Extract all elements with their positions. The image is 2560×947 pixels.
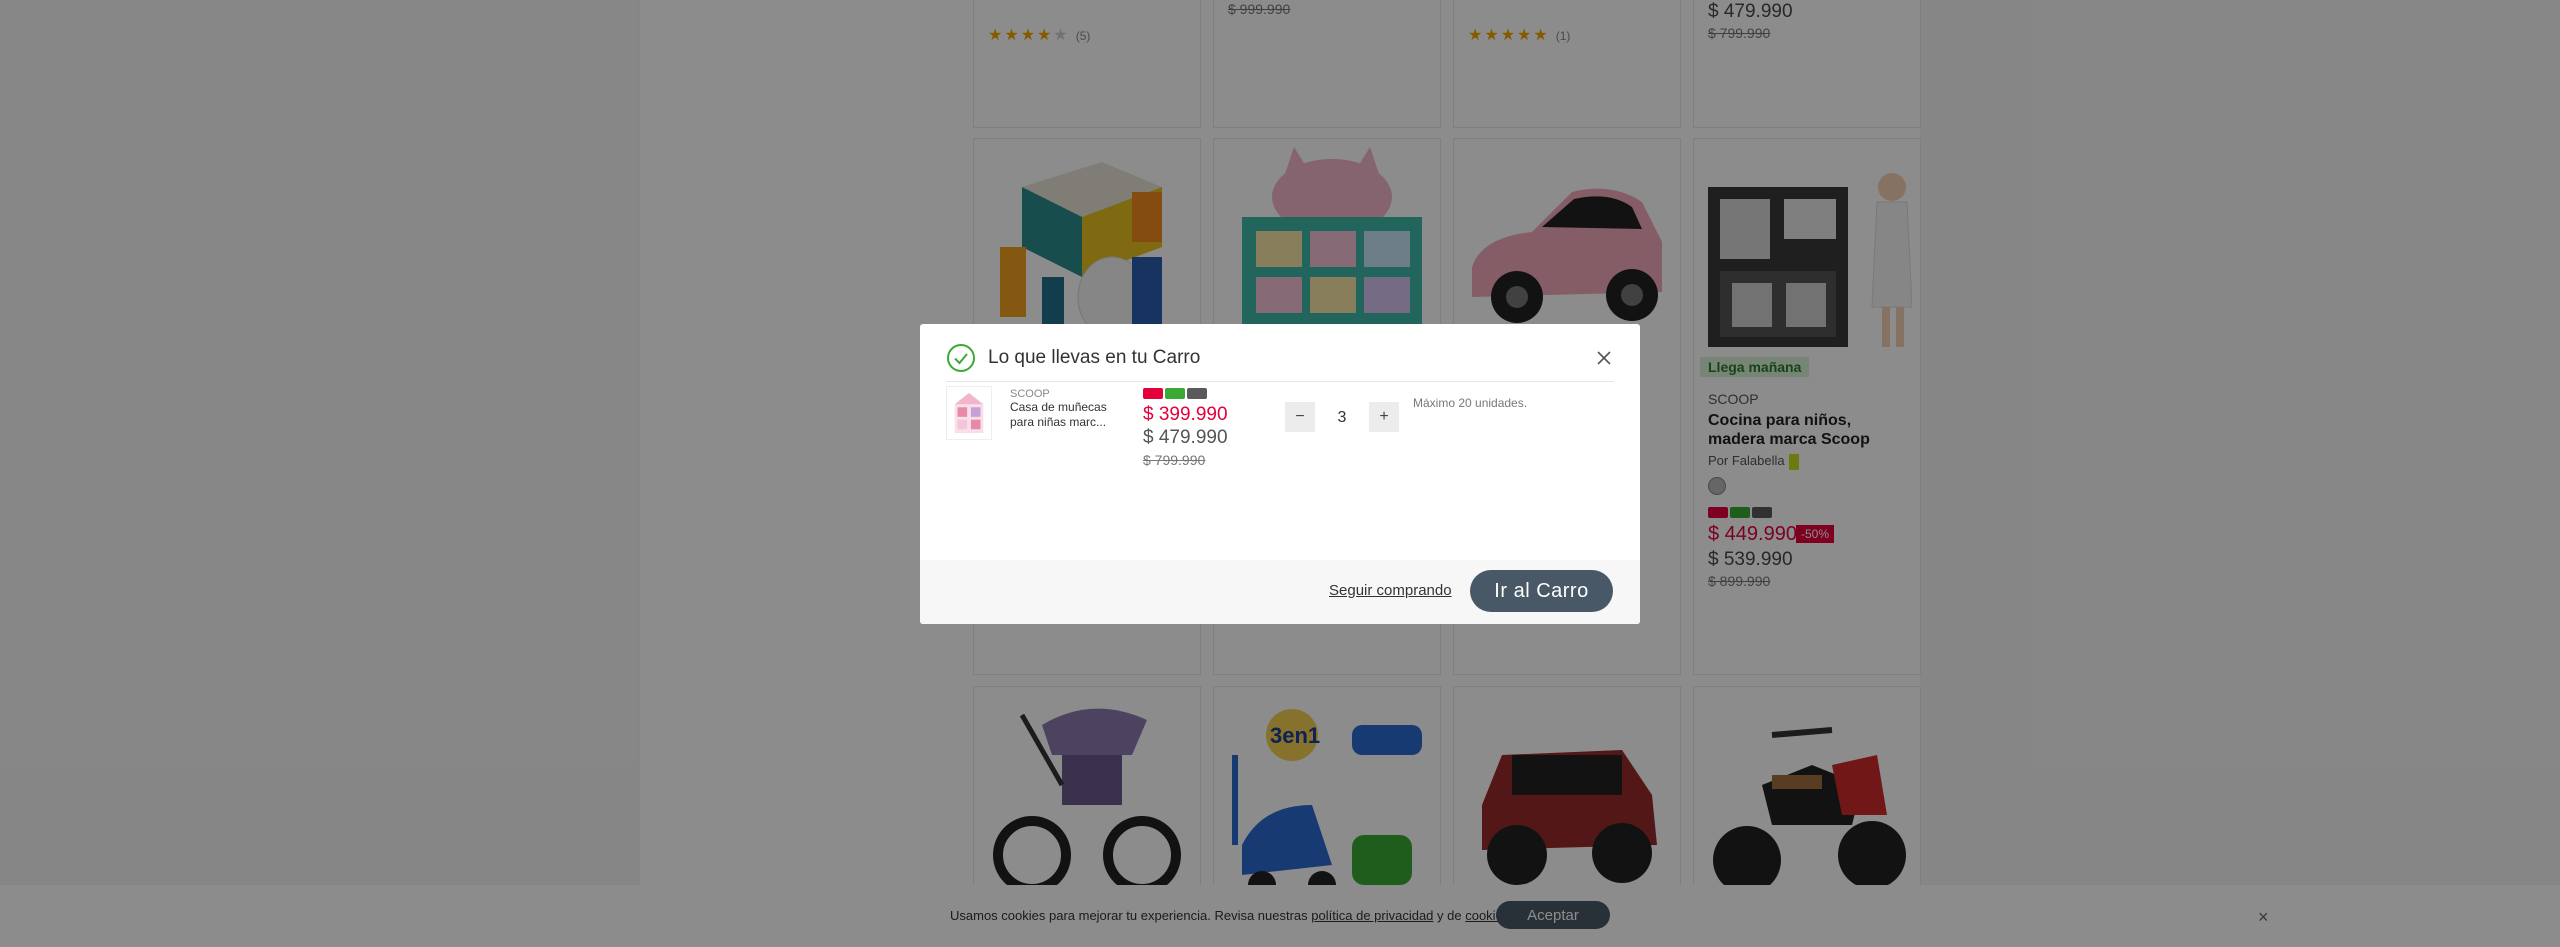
go-to-cart-button[interactable]: Ir al Carro: [1470, 570, 1613, 612]
cart-item-brand: SCOOP: [1010, 388, 1050, 400]
modal-footer: Seguir comprando Ir al Carro: [920, 560, 1640, 624]
continue-shopping-link[interactable]: Seguir comprando: [1329, 582, 1452, 599]
cart-item-name: Casa de muñecas para niñas marc...: [1010, 400, 1107, 429]
max-units-note: Máximo 20 unidades.: [1413, 396, 1528, 410]
check-circle-icon: [947, 343, 975, 372]
quantity-input[interactable]: [1320, 404, 1364, 432]
modal-title: Lo que llevas en tu Carro: [988, 346, 1201, 368]
cart-item-old-price: $ 799.990: [1143, 452, 1206, 468]
quantity-decrease-button[interactable]: −: [1285, 402, 1315, 432]
cart-modal: Lo que llevas en tu Carro SCOOP Casa de …: [920, 324, 1640, 624]
cart-item-price-cmr: $ 399.990: [1143, 404, 1228, 425]
quantity-increase-button[interactable]: +: [1369, 402, 1399, 432]
cmr-green-icon: [1165, 388, 1185, 399]
cart-item-image: [946, 386, 992, 440]
close-icon[interactable]: [1594, 348, 1614, 368]
payment-logos: [1143, 388, 1207, 399]
cart-item-price: $ 479.990: [1143, 427, 1228, 448]
card-gray-icon: [1187, 388, 1207, 399]
cmr-unica-icon: [1143, 388, 1163, 399]
modal-header: Lo que llevas en tu Carro: [946, 334, 1614, 382]
